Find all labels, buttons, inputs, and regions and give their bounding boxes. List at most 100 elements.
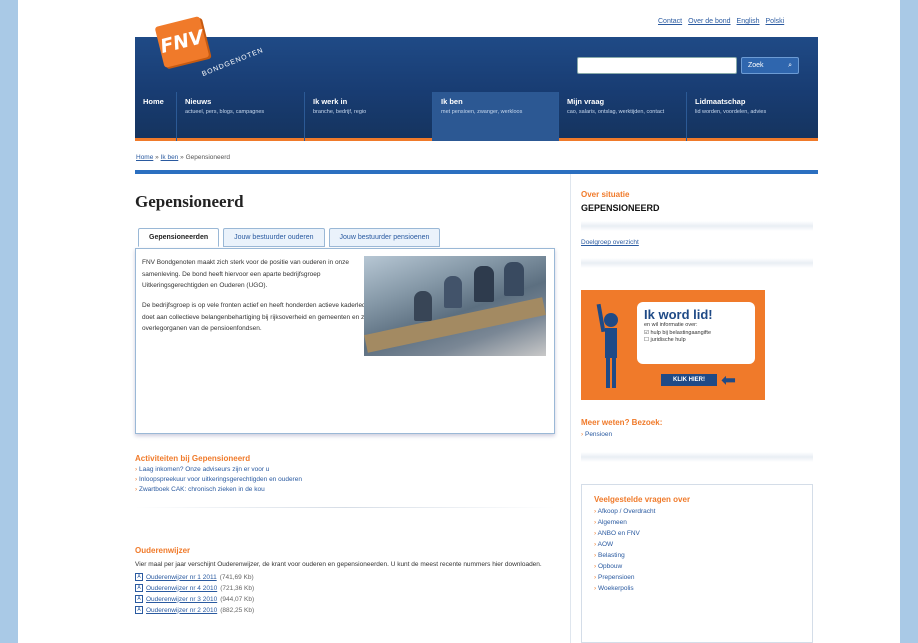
faq-link[interactable]: Woekerpolis: [594, 585, 800, 592]
download-row: A Ouderenwijzer nr 3 2010 (944,07 Kb): [135, 595, 555, 604]
top-link-contact[interactable]: Contact: [658, 18, 682, 25]
file-size: (882,25 Kb): [220, 606, 255, 614]
top-link-over[interactable]: Over de bond: [688, 18, 730, 25]
more-heading: Meer weten? Bezoek:: [581, 418, 663, 427]
breadcrumb-sep: »: [180, 154, 184, 161]
breadcrumb: Home » Ik ben » Gepensioneerd: [136, 154, 230, 161]
nav-lidmaatschap-sub: lid worden, voordelen, advies: [695, 109, 767, 115]
elderly-photo: [364, 256, 546, 356]
nav-nieuws-sub: actueel, pers, blogs, campagnes: [185, 109, 265, 115]
nav-ik-ben[interactable]: Ik ben met pensioen, zwanger, werkloos: [433, 92, 559, 141]
sidebar-divider: [581, 258, 813, 268]
person-pointing-icon: [596, 303, 618, 388]
faq-link[interactable]: Prepensioen: [594, 574, 800, 581]
sidebar-divider: [581, 221, 813, 231]
faq-link[interactable]: Belasting: [594, 552, 800, 559]
search-icon: ⌕: [788, 61, 792, 69]
activity-link[interactable]: Laag inkomen? Onze adviseurs zijn er voo…: [135, 466, 555, 473]
tab-bestuurder-pensioenen[interactable]: Jouw bestuurder pensioenen: [328, 228, 441, 247]
main-nav: Home Nieuws actueel, pers, blogs, campag…: [135, 92, 818, 141]
arrow-left-icon: ⬅: [721, 370, 737, 390]
top-links: Contact Over de bond English Polski: [658, 18, 784, 25]
about-box: Over situatie GEPENSIONEERD Doelgroep ov…: [581, 190, 813, 268]
nav-home[interactable]: Home: [135, 92, 177, 141]
faq-link[interactable]: Afkoop / Overdracht: [594, 508, 800, 515]
sidebar-divider: [581, 452, 813, 462]
join-banner[interactable]: Ik word lid! en wil informatie over: ☑ h…: [581, 290, 765, 400]
faq-link[interactable]: ANBO en FNV: [594, 530, 800, 537]
tab-bestuurder-ouderen[interactable]: Jouw bestuurder ouderen: [223, 228, 325, 247]
join-title: Ik word lid!: [644, 307, 713, 322]
download-link[interactable]: Ouderenwijzer nr 4 2010: [146, 585, 217, 592]
top-link-english[interactable]: English: [737, 18, 760, 25]
ouderenwijzer-heading: Ouderenwijzer: [135, 546, 191, 555]
download-link[interactable]: Ouderenwijzer nr 3 2010: [146, 596, 217, 603]
join-cta-button[interactable]: KLIK HIER!: [661, 374, 717, 386]
tab-gepensioneerden[interactable]: Gepensioneerden: [138, 228, 220, 247]
doelgroep-link[interactable]: Doelgroep overzicht: [581, 239, 813, 246]
breadcrumb-sep: »: [155, 154, 159, 161]
join-subtitle: en wil informatie over:: [644, 322, 698, 328]
download-row: A Ouderenwijzer nr 1 2011 (741,69 Kb): [135, 573, 555, 582]
activities-section: Activiteiten bij Gepensioneerd Laag inko…: [135, 454, 555, 508]
nav-ik-werk-in-label: Ik werk in: [313, 97, 348, 106]
ouderenwijzer-text: Vier maal per jaar verschijnt Ouderenwij…: [135, 561, 542, 568]
top-link-polski[interactable]: Polski: [766, 18, 785, 25]
activity-link[interactable]: Zwartboek CAK: chronisch zieken in de ko…: [135, 486, 555, 493]
nav-nieuws[interactable]: Nieuws actueel, pers, blogs, campagnes: [177, 92, 305, 141]
intro-paragraph: FNV Bondgenoten maakt zich sterk voor de…: [142, 259, 350, 290]
nav-mijn-vraag-sub: cao, salaris, ontslag, werktijden, conta…: [567, 109, 665, 115]
pdf-icon: A: [135, 584, 143, 593]
nav-ik-ben-sub: met pensioen, zwanger, werkloos: [441, 109, 523, 115]
pdf-icon: A: [135, 573, 143, 582]
more-info-box: Meer weten? Bezoek: Pensioen: [581, 418, 813, 462]
about-heading: Over situatie: [581, 190, 630, 199]
nav-lidmaatschap-label: Lidmaatschap: [695, 97, 746, 106]
main-content: Gepensioneerd Gepensioneerden Jouw bestu…: [135, 174, 565, 643]
search-bar: Zoek ⌕: [577, 57, 802, 74]
nav-home-label: Home: [143, 97, 164, 106]
about-situation: GEPENSIONEERD: [581, 203, 660, 213]
nav-nieuws-label: Nieuws: [185, 97, 212, 106]
ouderenwijzer-section: Ouderenwijzer Vier maal per jaar verschi…: [135, 546, 555, 615]
nav-ik-werk-in-sub: branche, bedrijf, regio: [313, 109, 367, 115]
join-option[interactable]: ☐ juridische hulp: [644, 337, 748, 345]
faq-box: Veelgestelde vragen over Afkoop / Overdr…: [581, 484, 813, 643]
search-button[interactable]: Zoek ⌕: [741, 57, 799, 74]
faq-link[interactable]: Opbouw: [594, 563, 800, 570]
fnv-logo[interactable]: FNV: [154, 16, 210, 68]
breadcrumb-home[interactable]: Home: [136, 154, 153, 161]
page: Contact Over de bond English Polski FNV …: [18, 0, 900, 643]
tab-bar: Gepensioneerden Jouw bestuurder ouderen …: [138, 228, 441, 247]
nav-mijn-vraag-label: Mijn vraag: [567, 97, 605, 106]
faq-heading: Veelgestelde vragen over: [594, 495, 691, 504]
download-row: A Ouderenwijzer nr 4 2010 (721,36 Kb): [135, 584, 555, 593]
faq-link[interactable]: Algemeen: [594, 519, 800, 526]
breadcrumb-current: Gepensioneerd: [185, 154, 231, 161]
nav-mijn-vraag[interactable]: Mijn vraag cao, salaris, ontslag, werkti…: [559, 92, 687, 141]
download-row: A Ouderenwijzer nr 2 2010 (882,25 Kb): [135, 606, 555, 615]
tab-panel: FNV Bondgenoten maakt zich sterk voor de…: [135, 248, 555, 434]
search-input[interactable]: [577, 57, 737, 74]
file-size: (741,69 Kb): [219, 573, 254, 581]
file-size: (721,36 Kb): [220, 584, 255, 592]
join-bubble: Ik word lid! en wil informatie over: ☑ h…: [637, 302, 755, 364]
file-size: (944,07 Kb): [220, 595, 255, 603]
download-link[interactable]: Ouderenwijzer nr 2 2010: [146, 607, 217, 614]
more-link[interactable]: Pensioen: [581, 431, 813, 438]
activities-heading: Activiteiten bij Gepensioneerd: [135, 454, 251, 463]
search-button-label: Zoek: [748, 62, 764, 69]
sidebar: Over situatie GEPENSIONEERD Doelgroep ov…: [570, 174, 818, 643]
pdf-icon: A: [135, 606, 143, 615]
pdf-icon: A: [135, 595, 143, 604]
nav-ik-ben-label: Ik ben: [441, 97, 463, 106]
nav-lidmaatschap[interactable]: Lidmaatschap lid worden, voordelen, advi…: [687, 92, 818, 141]
faq-link[interactable]: AOW: [594, 541, 800, 548]
section-divider: [135, 507, 555, 508]
activity-link[interactable]: Inloopspreekuur voor uitkeringsgerechtig…: [135, 476, 555, 483]
nav-ik-werk-in[interactable]: Ik werk in branche, bedrijf, regio: [305, 92, 433, 141]
download-link[interactable]: Ouderenwijzer nr 1 2011: [146, 574, 217, 581]
breadcrumb-ik-ben[interactable]: Ik ben: [161, 154, 179, 161]
page-title: Gepensioneerd: [135, 192, 244, 211]
header-banner: FNV BONDGENOTEN Zoek ⌕ Home Nieuws actue…: [135, 16, 818, 141]
